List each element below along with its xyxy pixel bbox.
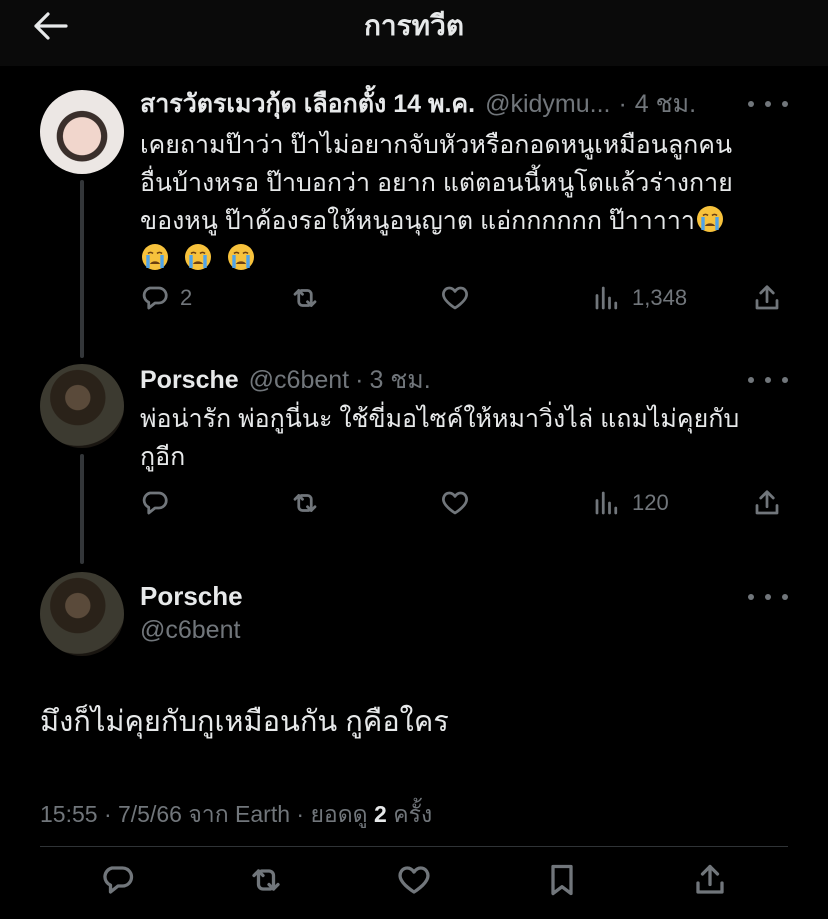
views-button[interactable]: 1,348 xyxy=(592,280,687,316)
tweet-time[interactable]: 4 ชม. xyxy=(635,88,696,120)
divider xyxy=(40,846,788,847)
meta-separator: · xyxy=(355,366,364,394)
reply-button[interactable] xyxy=(98,860,138,900)
reply-icon xyxy=(140,488,170,518)
more-dots-icon[interactable] xyxy=(748,92,788,116)
crying-emoji-icon xyxy=(140,242,170,272)
tweet-text-line: อื่นบ้างหรอ ป๊าบอกว่า อยาก แต่ตอนนี้หนูโ… xyxy=(140,169,733,197)
meta-separator: · xyxy=(618,90,627,118)
author-handle[interactable]: @c6bent xyxy=(249,364,349,396)
thread-connector xyxy=(80,180,84,358)
share-button[interactable] xyxy=(752,485,782,521)
tweet-text: เคยถามป๊าว่า ป๊าไม่อยากจับหัวหรือกอดหนูเ… xyxy=(140,126,790,278)
retweet-icon xyxy=(290,488,320,518)
tweet-timestamp-source[interactable]: 15:55 · 7/5/66 จาก Earth · ยอดดู xyxy=(40,801,368,827)
author-handle[interactable]: @c6bent xyxy=(140,614,240,646)
reply-button[interactable] xyxy=(140,485,170,521)
like-button[interactable] xyxy=(394,860,434,900)
reply-icon xyxy=(100,862,136,898)
view-count: 1,348 xyxy=(632,285,688,310)
views-icon xyxy=(592,488,622,518)
more-dots-icon[interactable] xyxy=(748,585,788,609)
tweet-text-segment: ของหนู ป๊าค้องรอให้หนูอนุญาต แอ่กกกกกก ป… xyxy=(140,207,695,235)
bookmark-icon xyxy=(544,862,580,898)
avatar[interactable] xyxy=(40,90,124,174)
views-button[interactable]: 120 xyxy=(592,485,669,521)
retweet-button[interactable] xyxy=(290,485,320,521)
reply-button[interactable]: 2 xyxy=(140,280,192,316)
tweet-header: Porsche @c6bent · 3 ชม. xyxy=(140,364,431,396)
retweet-button[interactable] xyxy=(246,860,286,900)
main-tweet-text: มึงก็ไม่คุยกับกูเหมือนกัน กูคือใคร xyxy=(40,706,449,738)
avatar[interactable] xyxy=(40,364,124,448)
more-dots-icon[interactable] xyxy=(748,368,788,392)
retweet-icon xyxy=(290,283,320,313)
heart-icon xyxy=(440,283,470,313)
share-button[interactable] xyxy=(752,280,782,316)
views-suffix: ครั้ง xyxy=(393,801,433,827)
tweet-text: พ่อน่ารัก พ่อกูนี่นะ ใช้ขี่มอไซค์ให้หมาว… xyxy=(140,400,790,476)
author-name[interactable]: Porsche xyxy=(140,580,243,612)
view-count: 120 xyxy=(632,490,669,515)
heart-icon xyxy=(440,488,470,518)
like-button[interactable] xyxy=(440,280,470,316)
share-icon xyxy=(752,283,782,313)
retweet-icon xyxy=(248,862,284,898)
tweet-text-line: ของหนู ป๊าค้องรอให้หนูอนุญาต แอ่กกกกกก ป… xyxy=(140,202,790,240)
top-bar: การทวีต xyxy=(0,0,828,66)
crying-emoji-icon xyxy=(183,242,213,272)
view-count: 2 xyxy=(374,801,387,827)
reply-icon xyxy=(140,283,170,313)
tweet-header: สารวัตรเมวกุ้ด เลือกตั้ง 14 พ.ค. @kidymu… xyxy=(140,88,696,120)
views-icon xyxy=(592,283,622,313)
crying-emoji-icon xyxy=(226,242,256,272)
share-icon xyxy=(752,488,782,518)
page-title: การทวีต xyxy=(363,10,465,41)
tweet-text-line xyxy=(140,240,790,278)
retweet-button[interactable] xyxy=(290,280,320,316)
thread-connector xyxy=(80,454,84,564)
bookmark-button[interactable] xyxy=(542,860,582,900)
like-button[interactable] xyxy=(440,485,470,521)
share-button[interactable] xyxy=(690,860,730,900)
tweet-text-line: เคยถามป๊าว่า ป๊าไม่อยากจับหัวหรือกอดหนูเ… xyxy=(140,131,733,159)
author-handle[interactable]: @kidymu... xyxy=(485,88,610,120)
tweet-text-line: กูอีก xyxy=(140,443,186,471)
reply-count: 2 xyxy=(180,285,193,310)
author-name[interactable]: สารวัตรเมวกุ้ด เลือกตั้ง 14 พ.ค. xyxy=(140,88,475,120)
tweet-text-line: พ่อน่ารัก พ่อกูนี่นะ ใช้ขี่มอไซค์ให้หมาว… xyxy=(140,405,740,433)
avatar[interactable] xyxy=(40,572,124,656)
share-icon xyxy=(692,862,728,898)
crying-emoji-icon xyxy=(695,204,725,234)
tweet-time[interactable]: 3 ชม. xyxy=(369,364,430,396)
heart-icon xyxy=(396,862,432,898)
tweet-metadata: 15:55 · 7/5/66 จาก Earth · ยอดดู 2 ครั้ง xyxy=(40,798,432,830)
author-name[interactable]: Porsche xyxy=(140,364,239,396)
